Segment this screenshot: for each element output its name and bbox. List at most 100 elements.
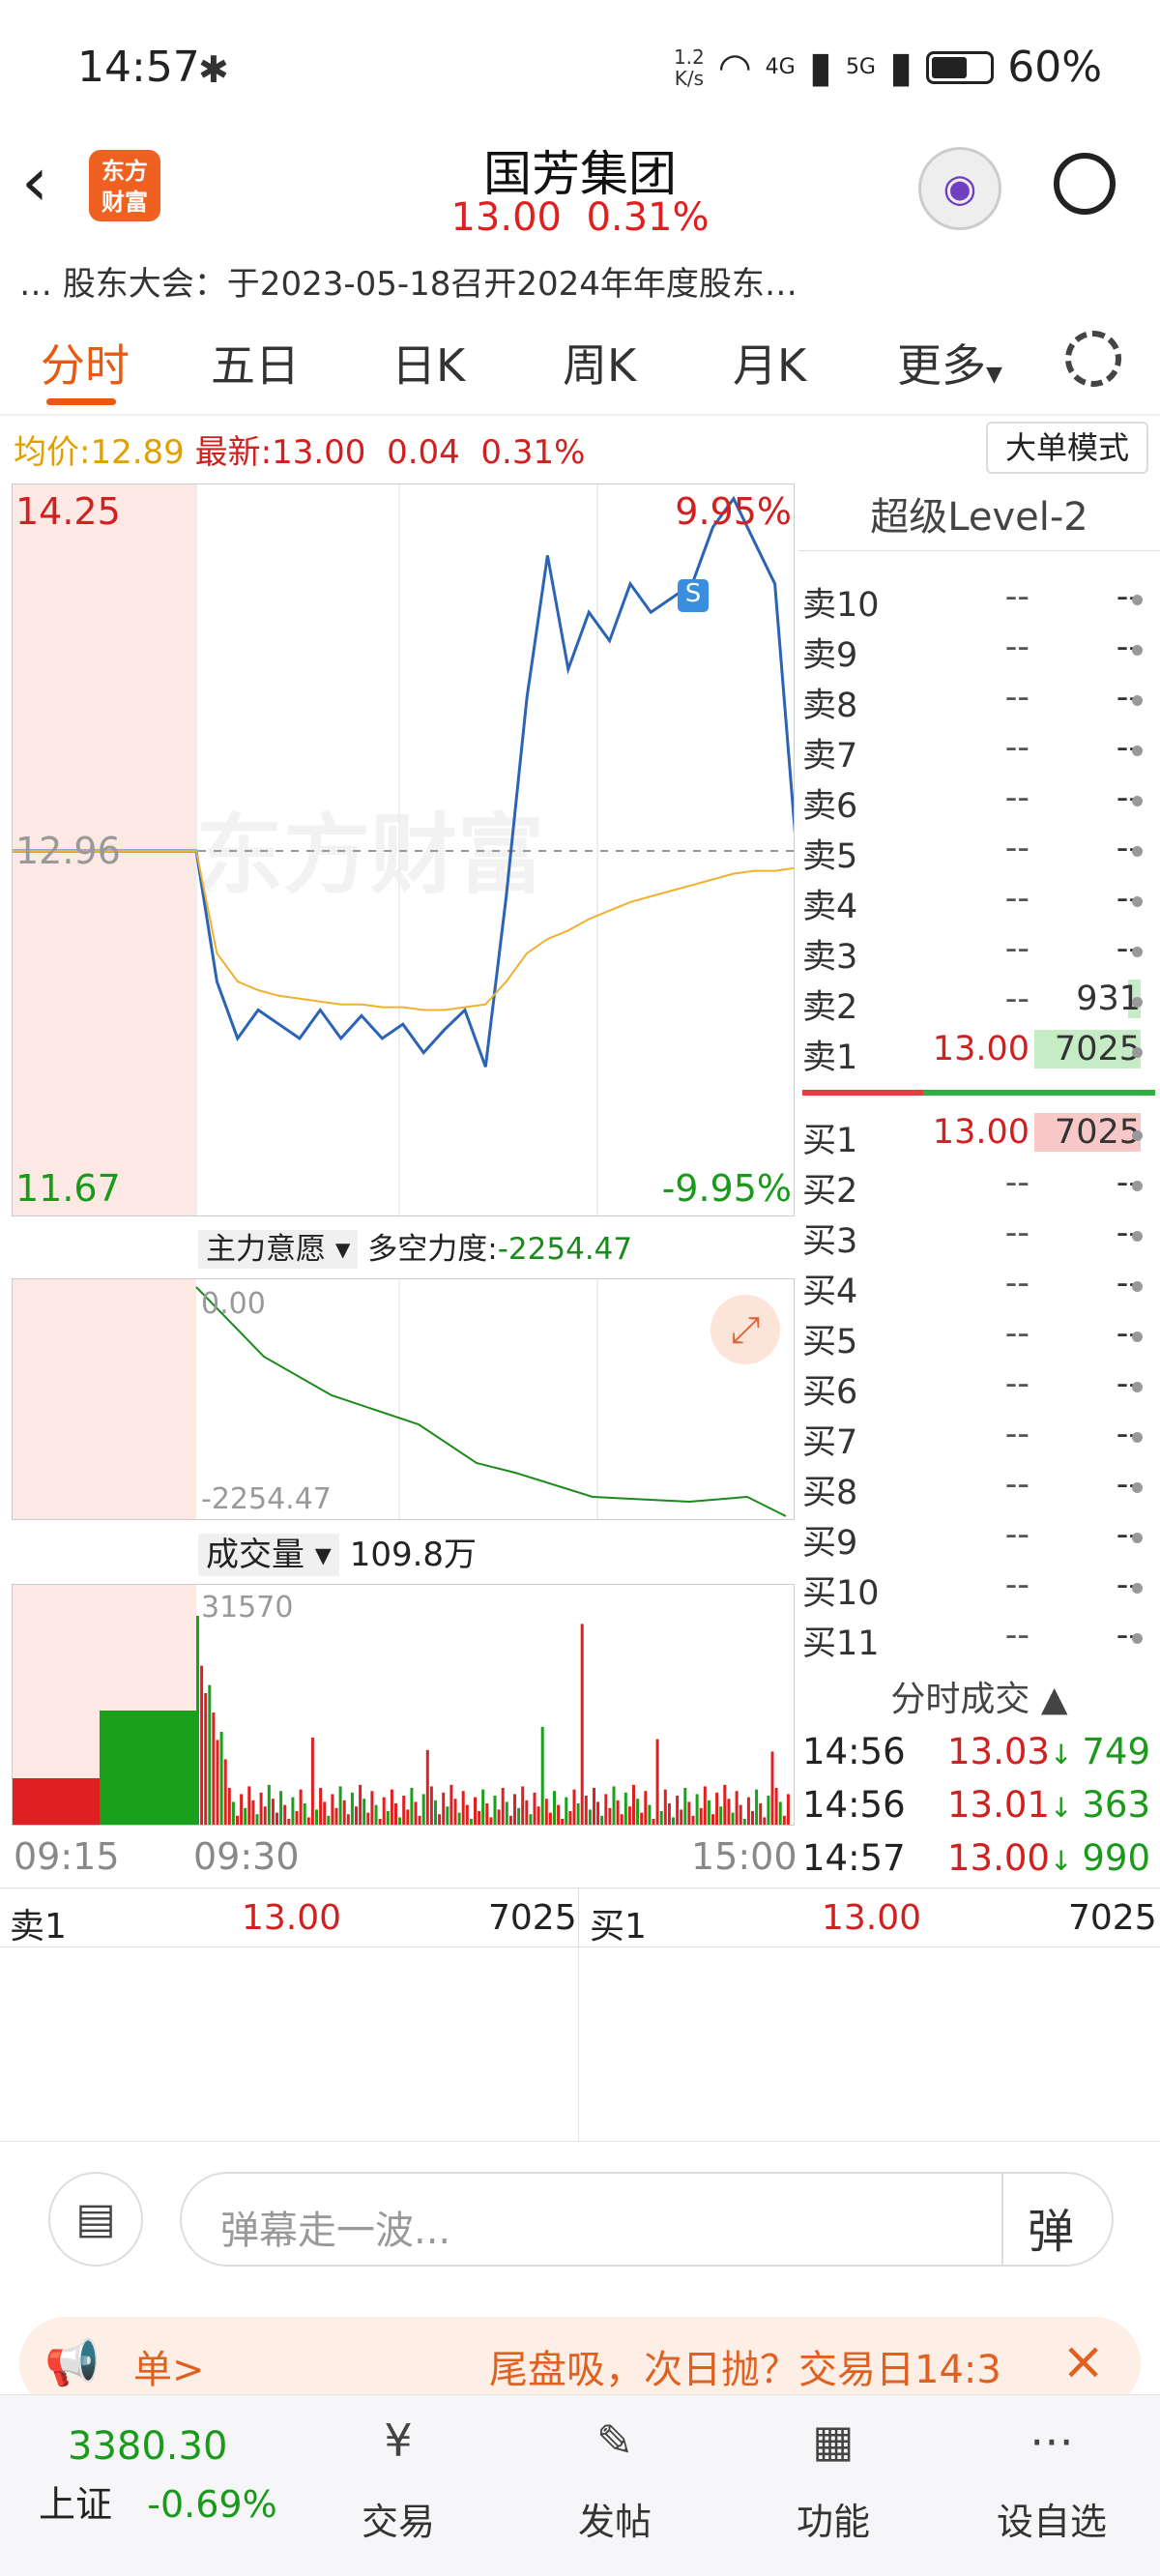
- more-icon[interactable]: ⋯: [984, 2415, 1119, 2467]
- volume-bar: [533, 1792, 536, 1825]
- buy-order-row[interactable]: 买6 -- --: [802, 1364, 1150, 1415]
- buy-order-row[interactable]: 买5 -- --: [802, 1314, 1150, 1364]
- volume-bar: [362, 1799, 366, 1825]
- price-chart[interactable]: 东方财富 14.25 9.95% 12.96 11.67 -9.95% S: [12, 483, 795, 1216]
- sell-order-row[interactable]: 卖5 -- --: [802, 829, 1150, 879]
- volume-bar: [572, 1789, 576, 1825]
- nav-trade[interactable]: 交易: [331, 2492, 466, 2545]
- level2-title[interactable]: 超级Level-2: [798, 483, 1160, 551]
- volume-bar: [370, 1791, 374, 1825]
- volume-bar: [461, 1791, 465, 1825]
- buy-order-row[interactable]: 买10 -- --: [802, 1566, 1150, 1616]
- comment-input[interactable]: 弹幕走一波... 弹: [180, 2172, 1114, 2267]
- volume-bar: [683, 1788, 687, 1825]
- volume-bar: [429, 1786, 433, 1825]
- sell-order-row[interactable]: 卖3 -- --: [802, 929, 1150, 980]
- big-order-mode-button[interactable]: 大单模式: [986, 422, 1148, 474]
- volume-bar: [310, 1738, 314, 1825]
- expand-icon[interactable]: ⤢: [710, 1295, 780, 1364]
- volume-bar: [267, 1784, 271, 1825]
- volume-bar: [676, 1796, 680, 1825]
- volume-bar: [291, 1797, 295, 1825]
- volume-bar: [219, 1732, 223, 1825]
- volume-bar: [493, 1796, 497, 1825]
- volume-select[interactable]: 成交量 ▾: [198, 1534, 339, 1576]
- volume-bar: [548, 1812, 552, 1825]
- volume-bar: [612, 1786, 616, 1825]
- robot-assistant-icon[interactable]: ◉: [918, 147, 1001, 230]
- volume-bar: [580, 1624, 584, 1825]
- volume-bar: [584, 1796, 588, 1825]
- nav-add-watch[interactable]: 设自选: [984, 2492, 1119, 2545]
- battery-percent: 60%: [1007, 43, 1102, 92]
- volume-bar: [338, 1786, 342, 1825]
- post-icon[interactable]: ✎: [547, 2415, 682, 2467]
- trades-title[interactable]: 分时成交 ▲: [798, 1671, 1160, 1721]
- volume-bar: [525, 1800, 529, 1825]
- trade-icon[interactable]: ¥: [331, 2415, 466, 2467]
- close-icon[interactable]: ×: [1061, 2330, 1105, 2391]
- index-quote[interactable]: 3380.30 上证 -0.69%: [39, 2424, 319, 2528]
- buy-order-row[interactable]: 买1 13.00 7025: [802, 1113, 1150, 1163]
- sell-order-row[interactable]: 卖6 -- --: [802, 778, 1150, 829]
- time-open: 09:30: [193, 1835, 300, 1878]
- indicator-chart[interactable]: 0.00 -2254.47 ⤢: [12, 1278, 795, 1520]
- bluetooth-icon: ✱: [198, 48, 229, 91]
- buy-order-row[interactable]: 买2 -- --: [802, 1163, 1150, 1214]
- wifi-icon: ◠: [717, 44, 752, 90]
- buy-order-row[interactable]: 买9 -- --: [802, 1515, 1150, 1566]
- tab-daily[interactable]: 日K: [392, 331, 465, 395]
- volume-bar: [707, 1800, 710, 1825]
- tab-weekly[interactable]: 周K: [563, 331, 636, 395]
- volume-bar: [425, 1749, 429, 1825]
- volume-bar: [644, 1791, 648, 1825]
- buy-order-row[interactable]: 买3 -- --: [802, 1214, 1150, 1264]
- buy-order-row[interactable]: 买11 -- --: [802, 1616, 1150, 1666]
- danmaku-toggle-icon[interactable]: ▤: [48, 2172, 143, 2267]
- sell-order-row[interactable]: 卖10 -- --: [802, 577, 1150, 628]
- function-icon[interactable]: ▦: [766, 2415, 901, 2467]
- nav-function[interactable]: 功能: [766, 2492, 901, 2545]
- nav-post[interactable]: 发帖: [547, 2492, 682, 2545]
- avg-price-line: 均价:12.89 最新:13.00 0.04 0.31%: [14, 433, 586, 472]
- volume-bar: [402, 1796, 406, 1825]
- settings-icon[interactable]: [1065, 331, 1121, 387]
- volume-bar: [497, 1809, 501, 1825]
- news-ticker[interactable]: … 股东大会：于2023-05-18召开2024年年度股东…: [19, 257, 1141, 304]
- volume-bar: [596, 1801, 600, 1825]
- sell-order-row[interactable]: 卖8 -- --: [802, 678, 1150, 728]
- volume-bar: [576, 1803, 580, 1825]
- sell-order-row[interactable]: 卖9 -- --: [802, 628, 1150, 678]
- signal-icon: ▮: [888, 43, 914, 92]
- sell-order-row[interactable]: 卖4 -- --: [802, 879, 1150, 929]
- volume-svg: [13, 1616, 790, 1825]
- search-icon[interactable]: [1054, 153, 1116, 215]
- tab-more[interactable]: 更多▼: [897, 331, 1002, 395]
- s-marker[interactable]: S: [678, 579, 709, 612]
- volume-bar: [711, 1814, 714, 1825]
- tab-5day[interactable]: 五日: [211, 331, 300, 395]
- volume-bar: [715, 1792, 719, 1825]
- danmaku-icon[interactable]: 弹: [1028, 2193, 1074, 2261]
- volume-bar: [244, 1807, 247, 1825]
- volume-bar: [719, 1806, 723, 1825]
- sell-order-row[interactable]: 卖7 -- --: [802, 728, 1150, 778]
- volume-chart[interactable]: 31570: [12, 1584, 795, 1826]
- buy-order-row[interactable]: 买8 -- --: [802, 1465, 1150, 1515]
- indicator-select[interactable]: 主力意愿 ▾: [198, 1230, 359, 1269]
- tab-intraday[interactable]: 分时: [41, 331, 130, 395]
- volume-bar: [386, 1811, 390, 1825]
- sell-order-row[interactable]: 卖2 -- 931: [802, 980, 1150, 1030]
- sell-order-row[interactable]: 卖1 13.00 7025: [802, 1030, 1150, 1080]
- trade-row: 14:57 13.00↓ 990: [802, 1837, 1150, 1879]
- volume-bar: [723, 1784, 727, 1825]
- volume-bar: [323, 1801, 327, 1825]
- trade-row: 14:56 13.03↓ 749: [802, 1731, 1150, 1772]
- volume-bar: [553, 1791, 556, 1825]
- buy-order-row[interactable]: 买4 -- --: [802, 1264, 1150, 1314]
- volume-bar: [208, 1684, 212, 1825]
- buy-order-row[interactable]: 买7 -- --: [802, 1415, 1150, 1465]
- tab-monthly[interactable]: 月K: [733, 331, 806, 395]
- volume-bar: [640, 1812, 644, 1825]
- volume-bar: [759, 1803, 763, 1825]
